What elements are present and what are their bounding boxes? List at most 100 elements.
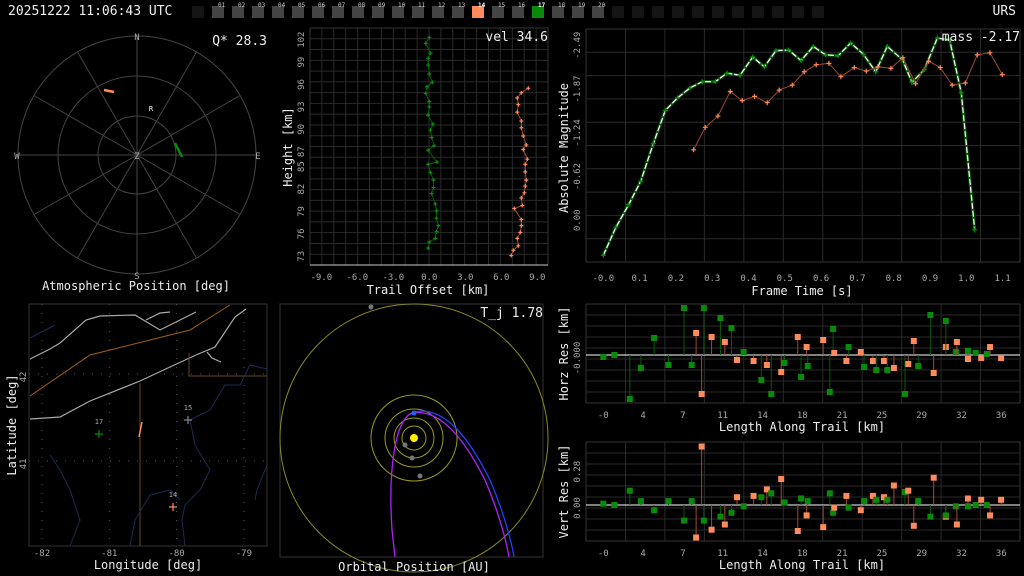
residual-marker bbox=[826, 389, 833, 395]
y-tick-label: 0.28 bbox=[573, 461, 583, 483]
fit-curve bbox=[602, 37, 976, 256]
y-tick-label: 102 bbox=[297, 32, 307, 48]
x-tick-label: 0.4 bbox=[740, 274, 756, 284]
residual-marker bbox=[910, 338, 917, 344]
station-label: 15 bbox=[184, 404, 192, 412]
residual-marker bbox=[734, 357, 741, 363]
x-tick-label: -0.0 bbox=[592, 274, 614, 284]
residual-marker bbox=[721, 339, 728, 345]
planet-marker bbox=[409, 455, 415, 461]
residual-marker bbox=[905, 487, 912, 494]
data-point bbox=[430, 122, 435, 127]
x-tick-label: 1.1 bbox=[994, 274, 1010, 284]
y-tick-label: -1.87 bbox=[573, 75, 583, 102]
coastline bbox=[29, 311, 197, 360]
planet-marker bbox=[417, 473, 423, 479]
residual-marker bbox=[987, 344, 994, 350]
data-point bbox=[691, 147, 697, 153]
river-line bbox=[29, 324, 268, 547]
x-tick-label: 6.0 bbox=[493, 273, 509, 283]
data-point bbox=[987, 50, 993, 56]
residual-marker bbox=[768, 391, 775, 397]
residual-marker bbox=[890, 482, 897, 489]
residual-marker bbox=[804, 498, 811, 505]
y-tick-label: 41 bbox=[19, 459, 29, 470]
x-tick-label: 0.5 bbox=[777, 274, 793, 284]
residual-marker bbox=[910, 522, 917, 529]
residual-marker bbox=[700, 517, 707, 524]
residual-marker bbox=[728, 509, 735, 516]
data-point bbox=[813, 62, 819, 68]
residual-marker bbox=[831, 504, 838, 511]
residual-marker bbox=[688, 498, 695, 505]
residual-marker bbox=[600, 500, 607, 507]
velocity-value: vel 34.6 bbox=[485, 30, 548, 45]
y-tick-label: 0.00 bbox=[573, 497, 583, 519]
residual-marker bbox=[987, 512, 994, 519]
residual-marker bbox=[717, 513, 724, 520]
data-point bbox=[423, 91, 428, 96]
west-label: W bbox=[14, 152, 20, 162]
residual-marker bbox=[884, 496, 891, 503]
residual-marker bbox=[626, 487, 633, 494]
residual-marker bbox=[873, 367, 880, 373]
residual-marker bbox=[845, 504, 852, 511]
orbit-frame bbox=[279, 303, 544, 558]
data-point bbox=[436, 223, 441, 228]
residual-marker bbox=[708, 334, 715, 340]
radiant-label: R bbox=[149, 105, 154, 113]
x-axis-label: Length Along Trail [km] bbox=[719, 558, 885, 572]
residual-marker bbox=[665, 362, 672, 368]
station-label: 14 bbox=[169, 491, 177, 499]
residual-marker bbox=[843, 492, 850, 499]
residual-marker bbox=[768, 490, 775, 497]
meteoroid-orbit bbox=[413, 410, 515, 558]
x-axis-label: Length Along Trail [km] bbox=[719, 420, 885, 434]
dashboard-canvas: NSEW ZRQ* 28.3Atmospheric Position [deg]-… bbox=[5, 27, 1021, 574]
data-point bbox=[431, 185, 436, 190]
sun-icon bbox=[410, 434, 418, 442]
residual-marker bbox=[857, 507, 864, 514]
x-tick-label: 4 bbox=[640, 549, 645, 559]
residual-marker bbox=[942, 512, 949, 519]
zenith-label: Z bbox=[134, 152, 140, 162]
residual-marker bbox=[750, 492, 757, 499]
border-line bbox=[29, 304, 231, 397]
residual-marker bbox=[890, 365, 897, 371]
residual-marker bbox=[693, 534, 700, 541]
y-axis-label: Absolute Magnitude bbox=[557, 83, 571, 213]
x-tick-label: 36 bbox=[996, 411, 1007, 421]
residual-marker bbox=[927, 312, 934, 318]
residual-marker bbox=[857, 349, 864, 355]
x-tick-label: -0 bbox=[598, 411, 609, 421]
y-tick-label: 42 bbox=[19, 372, 29, 383]
data-point bbox=[972, 227, 978, 233]
residual-marker bbox=[869, 358, 876, 364]
residual-marker bbox=[831, 350, 838, 356]
residual-marker bbox=[873, 496, 880, 503]
residual-marker bbox=[952, 349, 959, 355]
residual-marker bbox=[680, 517, 687, 524]
data-point bbox=[433, 201, 438, 206]
data-point bbox=[429, 191, 434, 196]
data-point bbox=[519, 119, 524, 124]
residual-marker bbox=[698, 391, 705, 397]
residual-marker bbox=[983, 351, 990, 357]
residual-marker bbox=[781, 499, 788, 506]
planet-marker bbox=[368, 304, 374, 310]
y-tick-label: -1.24 bbox=[573, 119, 583, 146]
y-tick-label: -0.62 bbox=[573, 163, 583, 190]
x-tick-label: 0.9 bbox=[922, 274, 938, 284]
residual-marker bbox=[794, 528, 801, 534]
residual-marker bbox=[998, 355, 1005, 361]
residual-marker bbox=[651, 507, 658, 514]
y-tick-label: 82 bbox=[297, 184, 307, 195]
data-point bbox=[518, 230, 523, 235]
x-tick-label: 32 bbox=[956, 549, 967, 559]
residual-marker bbox=[978, 355, 985, 361]
east-label: E bbox=[255, 152, 260, 162]
x-tick-label: -0 bbox=[598, 549, 609, 559]
y-tick-label: 90 bbox=[297, 124, 307, 135]
residual-marker bbox=[758, 377, 765, 383]
x-tick-label: 7 bbox=[680, 411, 685, 421]
